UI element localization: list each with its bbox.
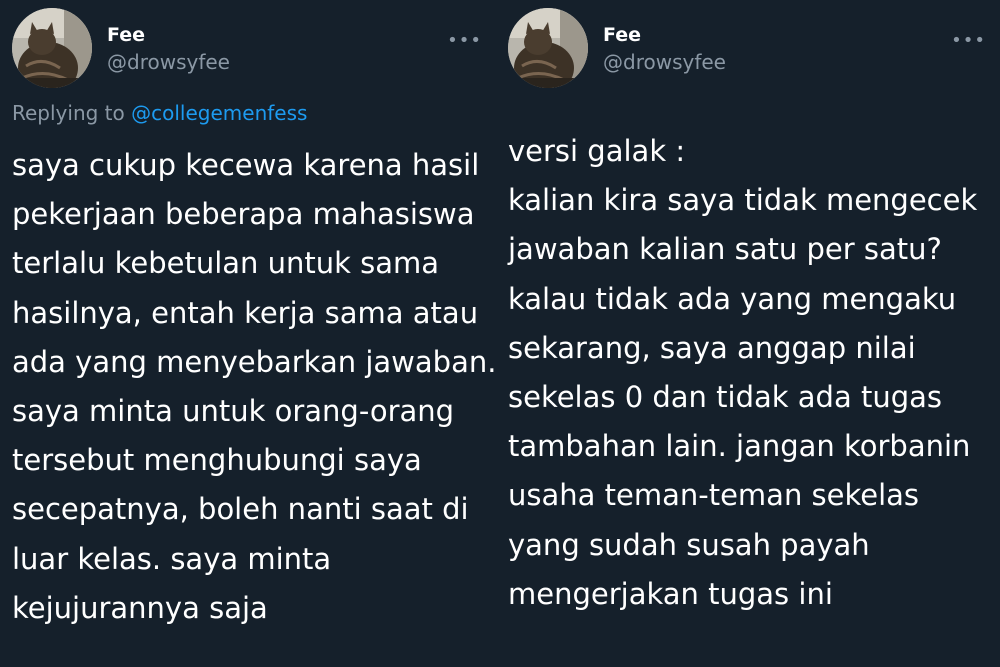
tweet-text-line: jawaban kalian satu per satu? bbox=[508, 232, 942, 267]
tweet-text-line: ada yang menyebarkan jawaban. bbox=[12, 344, 497, 379]
reply-mention-link[interactable]: @collegemenfess bbox=[131, 101, 307, 125]
tweet-text-line: saya cukup kecewa karena hasil bbox=[12, 148, 480, 182]
replying-to-label: Replying to bbox=[12, 101, 125, 125]
tweet-text-line: sekarang, saya anggap nilai bbox=[508, 330, 916, 365]
user-handle[interactable]: @drowsyfee bbox=[107, 50, 230, 74]
avatar[interactable] bbox=[12, 8, 92, 88]
tweet-text-line: tambahan lain. jangan korbanin bbox=[508, 429, 971, 464]
display-name[interactable]: Fee bbox=[603, 24, 641, 46]
tweet-text-line: mengerjakan tugas ini bbox=[508, 576, 833, 611]
tweet-text-line: tersebut menghubungi saya bbox=[12, 443, 422, 478]
tweet-text-line: usaha teman-teman sekelas bbox=[508, 478, 920, 513]
cat-avatar-icon bbox=[12, 8, 92, 88]
tweet-text-line: yang sudah susah payah bbox=[508, 527, 870, 562]
tweet-text-line: pekerjaan beberapa mahasiswa bbox=[12, 197, 475, 232]
tweet-text-line: secepatnya, boleh nanti saat di bbox=[12, 492, 469, 527]
tweet-text-line: versi galak : bbox=[508, 134, 686, 168]
tweet-text-line: saya minta untuk orang-orang bbox=[12, 393, 455, 428]
tweet-text-line: sekelas 0 dan tidak ada tugas bbox=[508, 379, 942, 414]
tweet-left: Fee @drowsyfee ••• Replying to @collegem… bbox=[0, 0, 496, 667]
tweet-text-line: terlalu kebetulan untuk sama bbox=[12, 246, 440, 281]
tweet-text-line: kalian kira saya tidak mengecek bbox=[508, 183, 978, 218]
display-name[interactable]: Fee bbox=[107, 24, 145, 46]
more-options-icon[interactable]: ••• bbox=[951, 30, 986, 51]
tweet-text-line: hasilnya, entah kerja sama atau bbox=[12, 295, 479, 330]
replying-to: Replying to @collegemenfess bbox=[12, 101, 307, 125]
tweet-screenshot: Fee @drowsyfee ••• Replying to @collegem… bbox=[0, 0, 1000, 667]
user-handle[interactable]: @drowsyfee bbox=[603, 50, 726, 74]
tweet-text-line: kejujurannya saja bbox=[12, 590, 268, 625]
tweet-right: Fee @drowsyfee ••• versi galak : kalian … bbox=[496, 0, 1000, 667]
cat-avatar-icon bbox=[508, 8, 588, 88]
tweet-text: versi galak : kalian kira saya tidak men… bbox=[508, 127, 977, 619]
tweet-text: saya cukup kecewa karena hasil pekerjaan… bbox=[12, 141, 496, 633]
tweet-text-line: kalau tidak ada yang mengaku bbox=[508, 281, 957, 316]
avatar[interactable] bbox=[508, 8, 588, 88]
more-options-icon[interactable]: ••• bbox=[447, 30, 482, 51]
tweet-text-line: luar kelas. saya minta bbox=[12, 541, 332, 576]
